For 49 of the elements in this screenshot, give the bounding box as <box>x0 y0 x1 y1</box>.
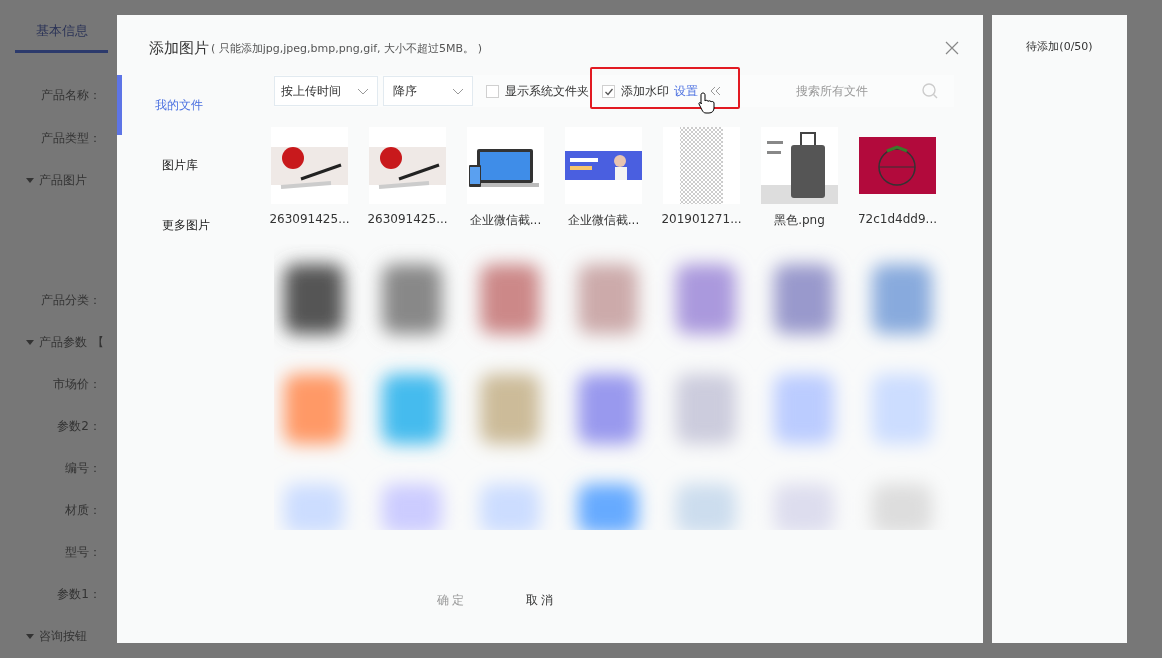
collapse-triangle-icon[interactable] <box>26 177 34 183</box>
field-label: 市场价： <box>53 375 101 393</box>
nav-item[interactable]: 图片库 <box>117 135 270 195</box>
checkbox-label: 显示系统文件夹 <box>505 82 589 100</box>
file-name: 263091425... <box>269 212 350 226</box>
field-label: 编号： <box>65 459 101 477</box>
file-name: 263091425... <box>367 212 448 226</box>
image-thumbnail[interactable] <box>467 127 544 204</box>
field-label: 材质： <box>65 501 101 519</box>
section-title: 咨询按钮 <box>39 627 87 645</box>
double-chevron-left-icon[interactable] <box>710 86 721 96</box>
settings-link[interactable]: 设置 <box>674 82 698 100</box>
search-icon <box>922 83 938 99</box>
order-dropdown[interactable]: 降序 <box>383 76 473 106</box>
section-title: 产品图片 <box>39 171 87 189</box>
pending-count: 待添加(0/50) <box>1026 40 1093 53</box>
field-label: 产品分类： <box>41 291 101 309</box>
field-label: 型号： <box>65 543 101 561</box>
sort-dropdown[interactable]: 按上传时间 <box>274 76 378 106</box>
image-thumbnail[interactable] <box>565 127 642 204</box>
image-thumbnail[interactable] <box>761 127 838 204</box>
image-thumbnail[interactable] <box>271 127 348 204</box>
close-icon[interactable] <box>945 41 959 55</box>
file-name: 企业微信截... <box>567 212 640 229</box>
chevron-down-icon <box>357 87 369 95</box>
chevron-down-icon <box>452 87 464 95</box>
checkbox[interactable] <box>486 84 499 98</box>
cancel-button[interactable]: 取 消 <box>517 588 562 613</box>
bracket-text: 【 <box>92 333 104 351</box>
file-type-hint: ( 只能添加jpg,jpeg,bmp,png,gif, 大小不超过5MB。 ) <box>211 40 482 56</box>
search-field[interactable]: 搜索所有文件 <box>794 83 918 99</box>
check-icon <box>603 86 614 96</box>
file-name: 72c1d4dd9... <box>857 212 938 226</box>
collapse-triangle-icon[interactable] <box>26 339 34 345</box>
dialog-title: 添加图片 <box>149 38 209 58</box>
field-label: 参数1： <box>57 585 101 603</box>
checkbox[interactable] <box>602 84 615 98</box>
field-label: 参数2： <box>57 417 101 435</box>
section-title: 产品参数 <box>39 333 87 351</box>
file-name: 黑色.png <box>774 212 825 229</box>
file-name: 201901271... <box>661 212 742 226</box>
checkbox-label: 添加水印 <box>621 82 669 100</box>
nav-item[interactable]: 更多图片 <box>117 195 270 255</box>
field-label: 产品名称： <box>41 86 101 104</box>
image-thumbnail[interactable] <box>369 127 446 204</box>
field-label: 产品类型： <box>41 129 101 147</box>
image-thumbnail[interactable] <box>663 127 740 204</box>
collapse-triangle-icon[interactable] <box>26 633 34 639</box>
file-name: 企业微信截... <box>469 212 542 229</box>
